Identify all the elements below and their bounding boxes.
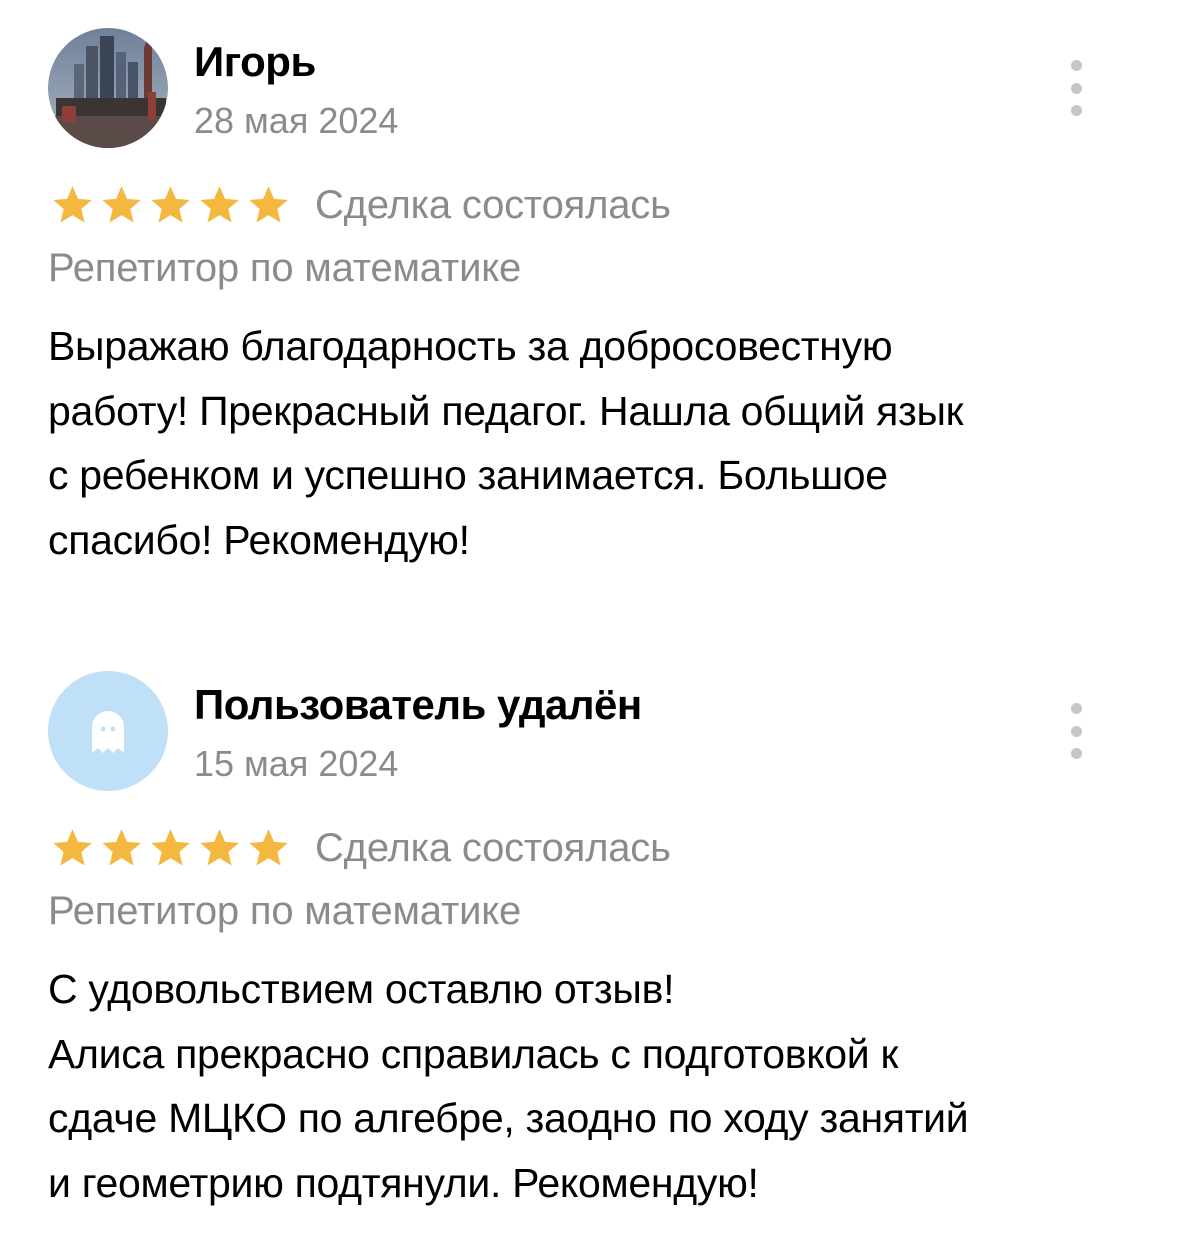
review-text: Выражаю благодарность за добросовестную … bbox=[48, 323, 964, 563]
review-date: 15 мая 2024 bbox=[194, 743, 399, 784]
ghost-icon bbox=[48, 671, 168, 791]
service-name: Репетитор по математике bbox=[48, 889, 522, 933]
rating-row: Сделка состоялась bbox=[48, 180, 671, 230]
star-icon bbox=[151, 186, 190, 223]
star-icon bbox=[151, 829, 190, 866]
more-options-button[interactable] bbox=[1058, 703, 1094, 759]
star-icon bbox=[102, 186, 141, 223]
deal-status: Сделка состоялась bbox=[315, 182, 671, 227]
service-name: Репетитор по математике bbox=[48, 246, 522, 290]
more-dots-icon bbox=[1070, 703, 1082, 714]
city-skyline-photo bbox=[48, 28, 168, 148]
star-icon bbox=[53, 829, 92, 866]
star-icon bbox=[249, 829, 288, 866]
star-rating bbox=[48, 825, 293, 871]
star-rating bbox=[48, 182, 293, 228]
star-icon bbox=[200, 829, 239, 866]
star-icon bbox=[53, 186, 92, 223]
star-icon bbox=[249, 186, 288, 223]
rating-row: Сделка состоялась bbox=[48, 823, 671, 873]
user-avatar[interactable] bbox=[48, 28, 168, 148]
more-dots-icon bbox=[1070, 60, 1082, 71]
review-date: 28 мая 2024 bbox=[194, 100, 399, 141]
review-text: С удовольствием оставлю отзыв! Алиса пре… bbox=[48, 966, 969, 1206]
author-name: Игорь bbox=[194, 38, 316, 85]
star-icon bbox=[200, 186, 239, 223]
star-icon bbox=[102, 829, 141, 866]
author-name: Пользователь удалён bbox=[194, 681, 642, 728]
deal-status: Сделка состоялась bbox=[315, 825, 671, 870]
more-options-button[interactable] bbox=[1058, 60, 1094, 116]
user-avatar[interactable] bbox=[48, 671, 168, 791]
